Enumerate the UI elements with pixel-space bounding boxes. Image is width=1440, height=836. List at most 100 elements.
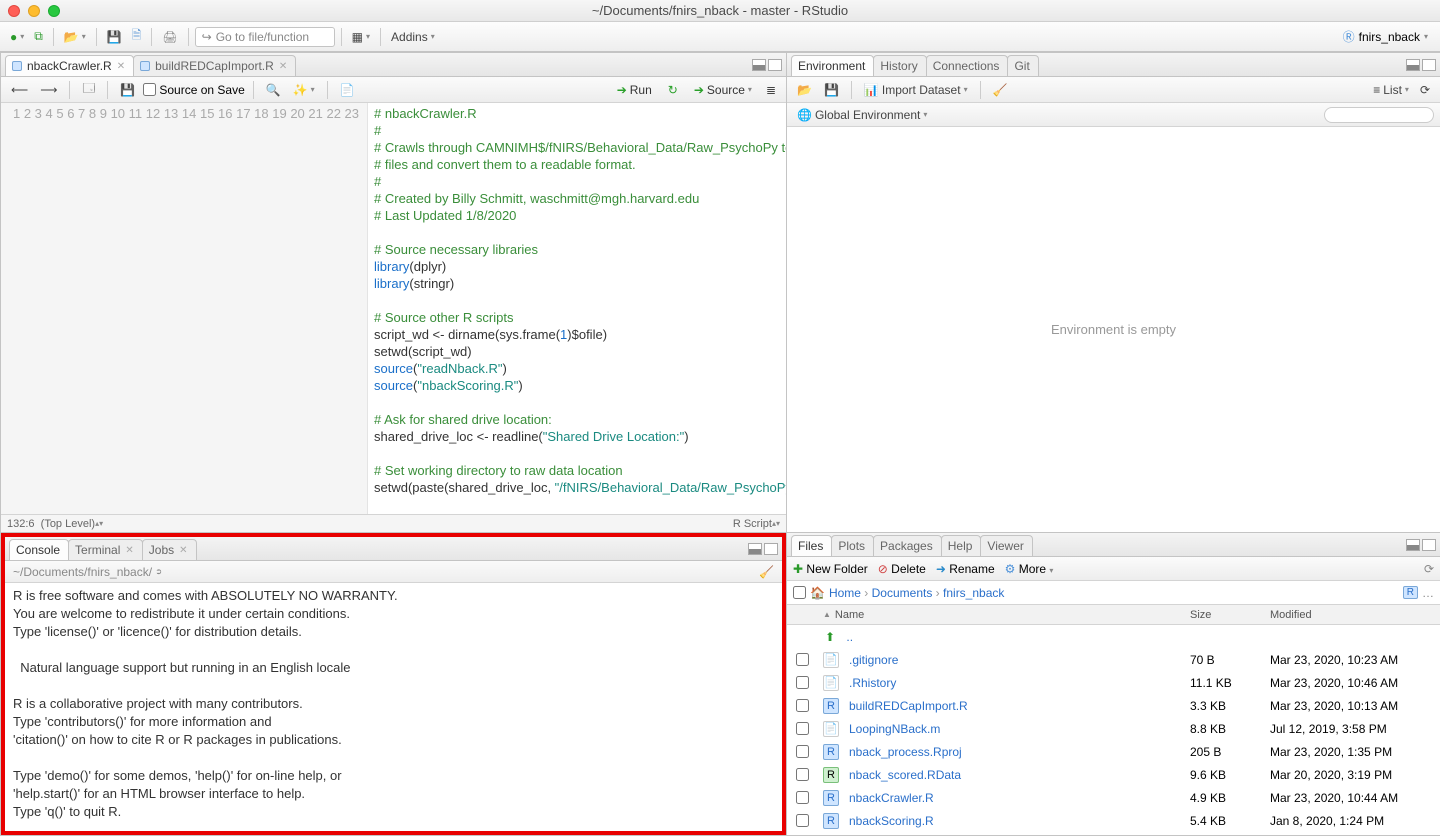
file-link[interactable]: nbackScoring.R [849, 814, 934, 828]
file-link[interactable]: nbackCrawler.R [849, 791, 934, 805]
save-all-button[interactable]: 🗎 [128, 24, 146, 49]
compile-report-button[interactable]: 📄 [336, 81, 359, 99]
close-tab-icon[interactable]: ✕ [179, 545, 187, 556]
clear-console-icon[interactable]: 🧹 [759, 565, 774, 579]
save-workspace-button[interactable]: 💾 [820, 81, 843, 99]
pane-maximize-button[interactable] [768, 59, 782, 71]
show-in-new-window-button[interactable]: 🗔 [78, 77, 99, 102]
file-link[interactable]: LoopingNBack.m [849, 722, 940, 736]
nav-forward-button[interactable]: ⟶ [36, 81, 61, 99]
file-checkbox[interactable] [796, 722, 809, 735]
file-link[interactable]: buildREDCapImport.R [849, 699, 968, 713]
tab-help[interactable]: Help [941, 535, 982, 556]
tab-jobs[interactable]: Jobs✕ [142, 539, 197, 560]
goto-file-function[interactable]: ↪Go to file/function [195, 27, 335, 47]
tab-files[interactable]: Files [791, 535, 832, 556]
new-project-button[interactable]: ⧉ [30, 27, 47, 46]
window-zoom-button[interactable] [48, 5, 60, 17]
file-checkbox[interactable] [796, 699, 809, 712]
project-menu[interactable]: Ⓡ fnirs_nback ▾ [1337, 26, 1434, 47]
col-modified-header[interactable]: Modified [1270, 605, 1440, 624]
new-folder-button[interactable]: ✚ New Folder [793, 562, 868, 576]
close-tab-icon[interactable]: ✕ [117, 61, 125, 72]
load-workspace-button[interactable]: 📂 [793, 81, 816, 99]
tab-git[interactable]: Git [1007, 55, 1038, 76]
file-link[interactable]: nback_scored.RData [849, 768, 961, 782]
language-mode[interactable]: R Script [733, 518, 772, 530]
rerun-button[interactable]: ↻ [662, 81, 684, 99]
console-working-dir[interactable]: ~/Documents/fnirs_nback/ [13, 565, 152, 579]
file-size: 8.8 KB [1190, 722, 1270, 736]
open-file-button[interactable]: 📂▾ [60, 28, 90, 46]
run-button[interactable]: ➔Run [611, 81, 658, 99]
file-link[interactable]: .gitignore [849, 653, 898, 667]
file-modified: Mar 23, 2020, 10:44 AM [1270, 791, 1440, 805]
delete-button[interactable]: ⊘ Delete [878, 562, 926, 576]
file-checkbox[interactable] [796, 653, 809, 666]
more-button[interactable]: ⚙ More ▾ [1005, 562, 1054, 576]
rename-button[interactable]: ➜ Rename [936, 562, 995, 576]
console-output[interactable]: R is free software and comes with ABSOLU… [5, 583, 782, 831]
view-mode-button[interactable]: ≡ List ▾ [1369, 81, 1413, 99]
file-checkbox[interactable] [796, 814, 809, 827]
col-size-header[interactable]: Size [1190, 605, 1270, 624]
select-all-checkbox[interactable] [793, 586, 806, 599]
tab-viewer[interactable]: Viewer [980, 535, 1032, 556]
file-link[interactable]: nback_process.Rproj [849, 745, 962, 759]
up-arrow-icon[interactable]: ⬆ [825, 630, 835, 644]
tab-history[interactable]: History [873, 55, 926, 76]
rproj-icon[interactable]: R [1403, 586, 1418, 599]
env-search[interactable] [1324, 107, 1434, 123]
more-path-button[interactable]: … [1422, 586, 1434, 600]
home-icon[interactable]: 🏠 [810, 586, 825, 600]
source-tab[interactable]: nbackCrawler.R✕ [5, 55, 134, 76]
addins-button[interactable]: Addins ▾ [387, 28, 439, 46]
up-dir-link[interactable]: .. [846, 630, 853, 644]
crumb[interactable]: Home [829, 586, 861, 600]
tab-console[interactable]: Console [9, 539, 69, 560]
source-tab[interactable]: buildREDCapImport.R✕ [133, 55, 296, 76]
pane-maximize-button[interactable] [764, 543, 778, 555]
tab-connections[interactable]: Connections [926, 55, 1009, 76]
crumb[interactable]: Documents [872, 586, 933, 600]
save-button[interactable]: 💾 [103, 28, 126, 46]
file-checkbox[interactable] [796, 791, 809, 804]
file-checkbox[interactable] [796, 768, 809, 781]
tools-grid-button[interactable]: ▦▾ [348, 28, 374, 46]
window-minimize-button[interactable] [28, 5, 40, 17]
file-link[interactable]: .Rhistory [849, 676, 896, 690]
find-replace-button[interactable]: 🔍 [262, 81, 285, 99]
clear-workspace-button[interactable]: 🧹 [989, 81, 1012, 99]
save-source-button[interactable]: 💾 [116, 81, 139, 99]
pane-minimize-button[interactable] [1406, 539, 1420, 551]
tab-plots[interactable]: Plots [831, 535, 874, 556]
import-dataset-button[interactable]: 📊 Import Dataset ▾ [860, 81, 972, 99]
env-scope-button[interactable]: 🌐 Global Environment ▾ [793, 106, 931, 124]
pane-minimize-button[interactable] [752, 59, 766, 71]
file-checkbox[interactable] [796, 745, 809, 758]
refresh-button[interactable]: ⟳ [1416, 81, 1434, 99]
close-tab-icon[interactable]: ✕ [279, 61, 287, 72]
file-checkbox[interactable] [796, 676, 809, 689]
window-close-button[interactable] [8, 5, 20, 17]
pane-maximize-button[interactable] [1422, 539, 1436, 551]
close-tab-icon[interactable]: ✕ [125, 545, 133, 556]
tab-environment[interactable]: Environment [791, 55, 874, 76]
col-name-header[interactable]: Name [835, 609, 864, 621]
tab-packages[interactable]: Packages [873, 535, 942, 556]
scope-label[interactable]: (Top Level) [41, 518, 95, 530]
pane-maximize-button[interactable] [1422, 59, 1436, 71]
source-on-save-checkbox[interactable]: Source on Save [143, 83, 244, 97]
code-tools-button[interactable]: ✨▾ [289, 81, 319, 99]
pane-minimize-button[interactable] [748, 543, 762, 555]
new-file-button[interactable]: ●▾ [6, 28, 28, 46]
code-editor[interactable]: 1 2 3 4 5 6 7 8 9 10 11 12 13 14 15 16 1… [1, 103, 786, 514]
outline-button[interactable]: ≣ [762, 81, 780, 99]
pane-minimize-button[interactable] [1406, 59, 1420, 71]
tab-terminal[interactable]: Terminal✕ [68, 539, 143, 560]
nav-back-button[interactable]: ⟵ [7, 81, 32, 99]
refresh-files-button[interactable]: ⟳ [1424, 562, 1434, 576]
crumb[interactable]: fnirs_nback [943, 586, 1004, 600]
print-button[interactable]: 🖨 [158, 28, 181, 46]
source-button[interactable]: ➔Source ▾ [688, 81, 758, 99]
